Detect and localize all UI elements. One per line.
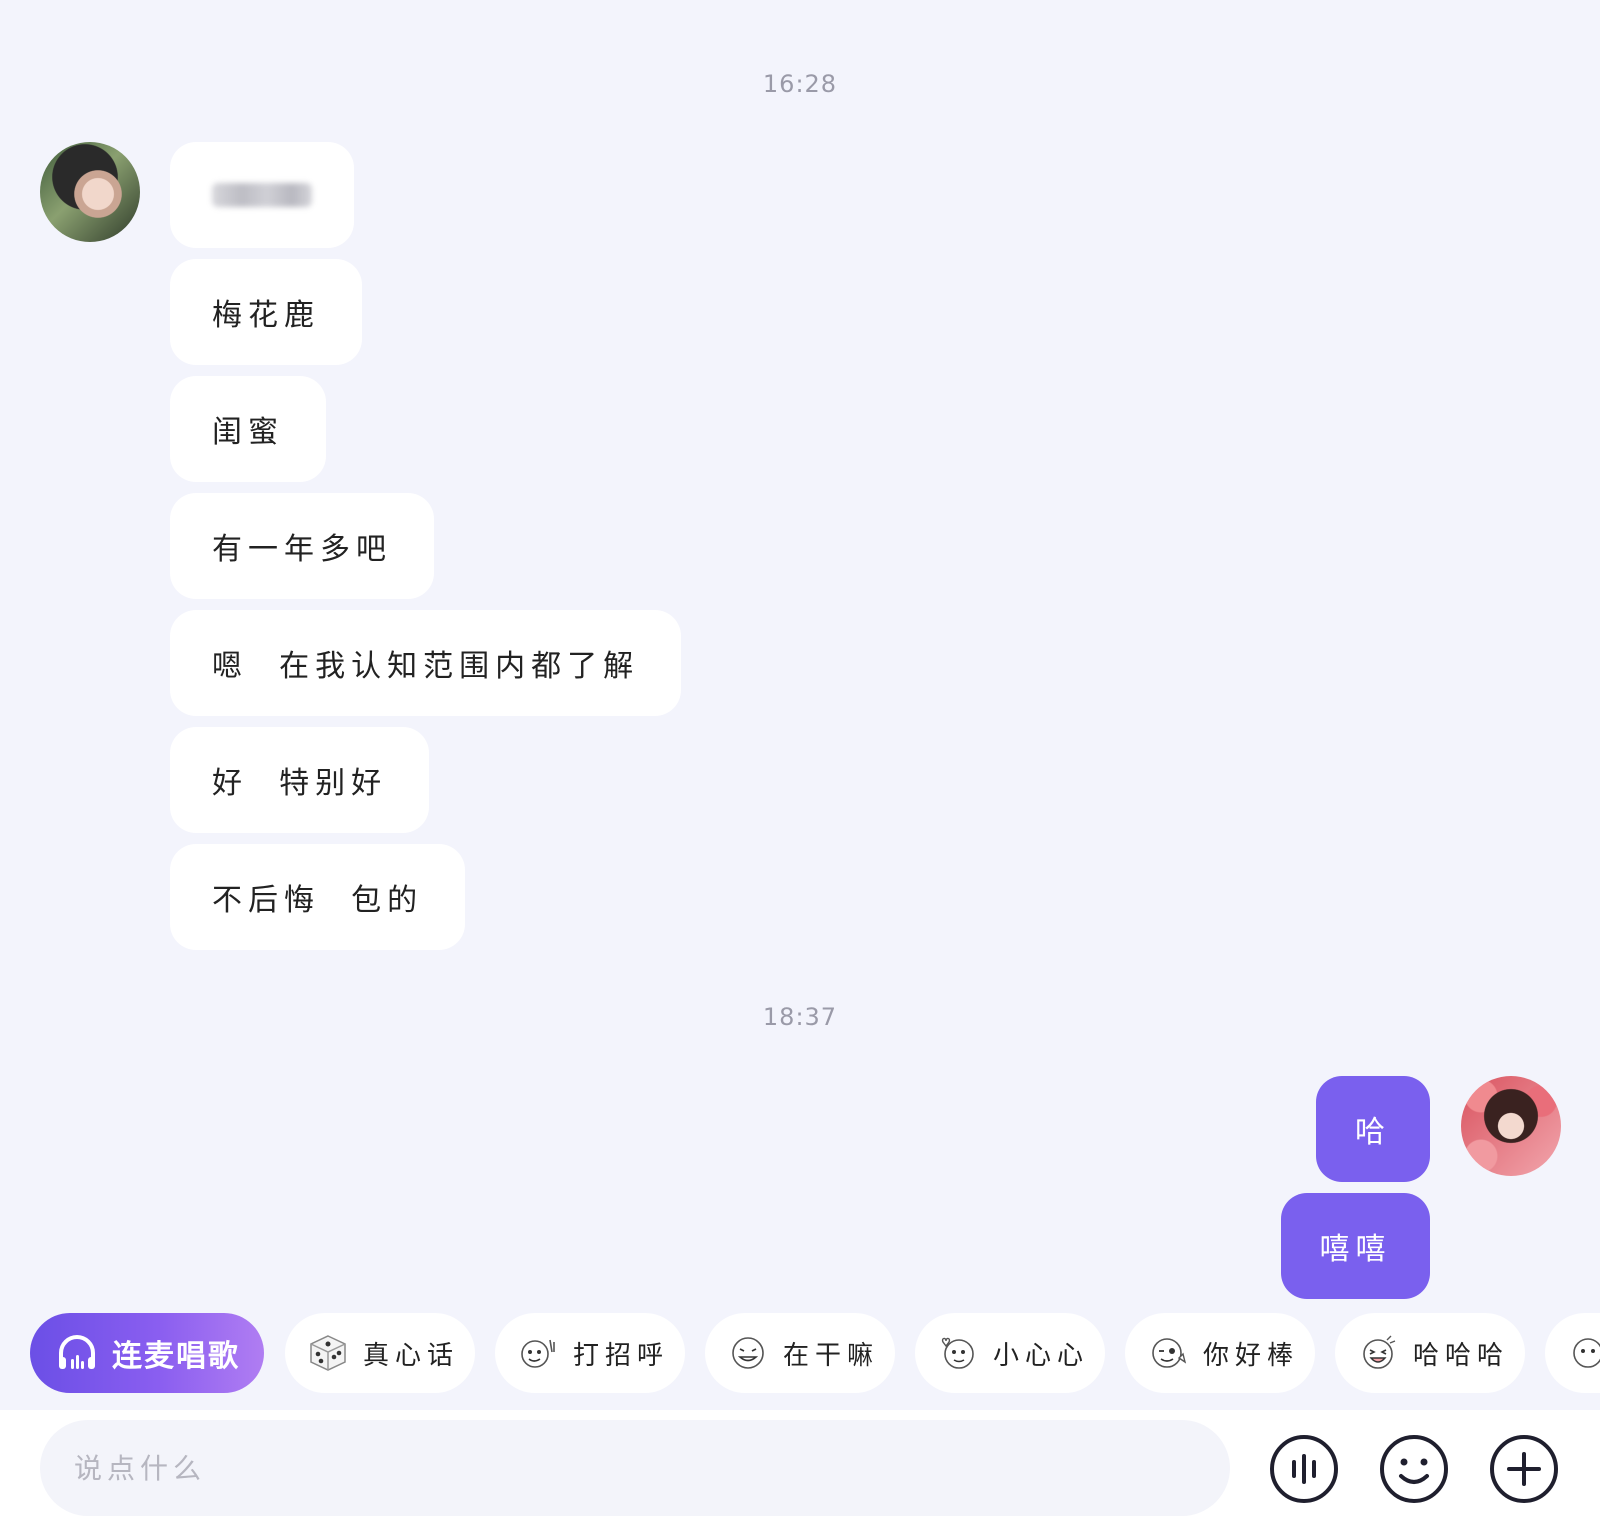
my-avatar[interactable]: [1461, 1076, 1561, 1176]
chip-label: 在干嘛: [783, 1340, 880, 1371]
chip-label: 小心心: [993, 1340, 1090, 1371]
voice-icon[interactable]: [1269, 1434, 1339, 1504]
outgoing-message[interactable]: 嘻嘻: [1281, 1193, 1430, 1299]
blurred-message-bubble[interactable]: [170, 142, 354, 248]
incoming-message[interactable]: 闺蜜: [170, 376, 326, 482]
laugh-emoji-icon: [732, 1337, 764, 1369]
chip-truth[interactable]: 真心话: [285, 1313, 475, 1393]
incoming-message[interactable]: 不后悔 包的: [170, 844, 466, 950]
incoming-message[interactable]: 嗯 在我认知范围内都了解: [170, 610, 682, 716]
chip-great[interactable]: 你好棒: [1125, 1313, 1315, 1393]
lol-emoji-icon: [1363, 1335, 1396, 1369]
sticker-emoji-icon: [1573, 1338, 1600, 1368]
chip-label: 真心话: [363, 1340, 460, 1371]
chip-greet[interactable]: 打招呼: [495, 1313, 685, 1393]
incoming-message[interactable]: 梅花鹿: [170, 259, 362, 365]
plus-icon[interactable]: [1489, 1434, 1559, 1504]
emoji-icon[interactable]: [1379, 1434, 1449, 1504]
outgoing-message[interactable]: 哈: [1316, 1076, 1430, 1182]
karaoke-button[interactable]: 连麦唱歌: [30, 1313, 264, 1393]
message-input[interactable]: [40, 1420, 1230, 1516]
input-bar: [0, 1410, 1600, 1527]
chip-heart[interactable]: 小心心: [915, 1313, 1105, 1393]
chip-label: 打招呼: [573, 1340, 670, 1371]
karaoke-label: 连麦唱歌: [112, 1339, 240, 1374]
timestamp: 18:37: [762, 1003, 838, 1031]
incoming-message[interactable]: 好 特别好: [170, 727, 430, 833]
incoming-message[interactable]: 有一年多吧: [170, 493, 434, 599]
heart-emoji-icon: [941, 1337, 974, 1369]
headphones-icon: [59, 1335, 95, 1369]
timestamp: 16:28: [762, 70, 838, 98]
wave-emoji-icon: [521, 1339, 555, 1368]
blurred-content: [212, 183, 312, 207]
chip-whatsup[interactable]: 在干嘛: [705, 1313, 895, 1393]
chip-more[interactable]: [1545, 1313, 1600, 1393]
chip-label: 哈哈哈: [1413, 1340, 1510, 1371]
contact-avatar[interactable]: [40, 142, 140, 242]
quick-action-bar[interactable]: 连麦唱歌 真心话 打招呼 在干嘛 小心心 你好棒 哈哈哈: [0, 1313, 1600, 1393]
chip-haha[interactable]: 哈哈哈: [1335, 1313, 1525, 1393]
dice-icon: [310, 1335, 346, 1371]
chip-label: 你好棒: [1203, 1340, 1300, 1371]
wink-emoji-icon: [1152, 1338, 1187, 1368]
